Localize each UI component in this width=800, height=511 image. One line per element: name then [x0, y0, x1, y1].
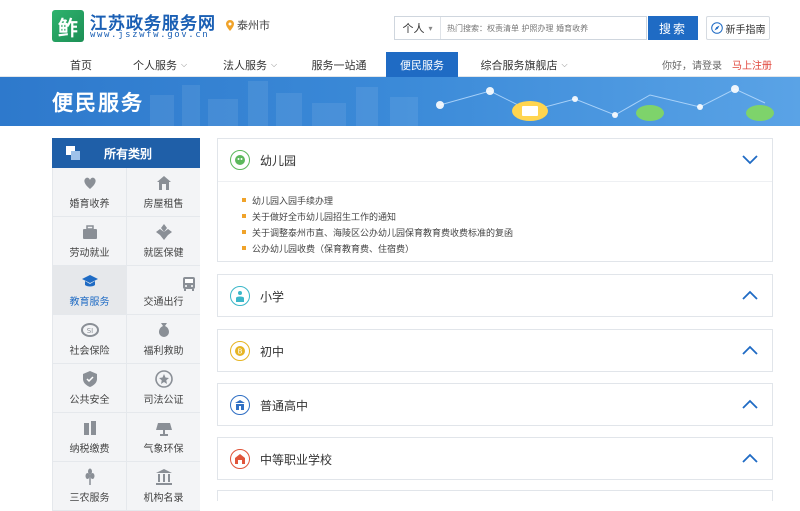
chevron-up-icon[interactable]: [742, 289, 758, 301]
sidebar-item-social-insurance[interactable]: SI 社会保险: [53, 315, 126, 363]
sidebar-item-agriculture[interactable]: 三农服务: [53, 462, 126, 510]
category-sidebar: 所有类别 婚育收养 房屋租售 劳动就业 就医保健 教育服务 交通出行 SI 社会…: [52, 138, 200, 511]
high-school-icon: [230, 395, 250, 415]
service-link[interactable]: 关于做好全市幼儿园招生工作的通知: [242, 208, 772, 224]
accordion-title: 幼儿园: [260, 153, 297, 168]
sidebar-item-education[interactable]: 教育服务: [53, 266, 126, 314]
chevron-down-icon: ▾: [428, 23, 433, 33]
sidebar-item-medical[interactable]: 就医保健: [127, 217, 200, 265]
search-input[interactable]: [441, 17, 646, 39]
student-icon: [230, 286, 250, 306]
svg-text:B: B: [238, 348, 243, 356]
chevron-down-icon: ⌵: [561, 59, 568, 69]
site-url: www.jszwfw.gov.cn: [90, 30, 210, 40]
main-nav: 首页 个人服务 ⌵ 法人服务 ⌵ 服务一站通 便民服务 综合服务旗舰店 ⌵ 你好，请登…: [0, 52, 800, 77]
location-pin-icon: [226, 19, 234, 31]
chevron-up-icon[interactable]: [742, 398, 758, 410]
accordion-junior-high: B 初中: [217, 329, 773, 372]
chevron-up-icon[interactable]: [742, 452, 758, 464]
search-box: 个人 ▾: [394, 16, 647, 40]
house-icon: [156, 176, 171, 190]
shield-icon: [82, 371, 97, 387]
sidebar-item-tax[interactable]: 纳税缴费: [53, 413, 126, 461]
city-selector[interactable]: 泰州市: [226, 17, 270, 33]
nav-home[interactable]: 首页: [52, 52, 110, 77]
junior-high-icon: B: [230, 341, 250, 361]
search-button[interactable]: 搜索: [648, 16, 698, 40]
compass-icon: [710, 22, 723, 34]
bullet-icon: [242, 214, 246, 218]
sidebar-item-institutions[interactable]: 机构名录: [127, 462, 200, 510]
accordion-header-high-school[interactable]: 普通高中: [218, 384, 772, 426]
accordion-vocational-school: 中等职业学校: [217, 437, 773, 480]
sidebar-item-welfare[interactable]: 福利救助: [127, 315, 200, 363]
nav-convenience-services[interactable]: 便民服务: [386, 52, 458, 77]
city-label: 泰州市: [237, 19, 270, 32]
category-icon: [66, 146, 80, 160]
accordion-header-vocational-school[interactable]: 中等职业学校: [218, 438, 772, 480]
badge-star-icon: [154, 370, 173, 388]
accordion-header-kindergarten[interactable]: 幼儿园: [218, 139, 772, 181]
site-logo[interactable]: 鲊: [52, 10, 84, 42]
rings-icon: [83, 177, 96, 189]
user-greeting: 你好，请登录 马上注册: [662, 52, 772, 77]
nav-personal-services[interactable]: 个人服务 ⌵: [118, 52, 202, 77]
accordion-kindergarten: 幼儿园 幼儿园入园手续办理 关于做好全市幼儿园招生工作的通知 关于调整泰州市直、…: [217, 138, 773, 262]
bullet-icon: [242, 230, 246, 234]
institution-icon: [155, 469, 172, 485]
page-banner: 便民服务: [0, 77, 800, 126]
category-grid: 婚育收养 房屋租售 劳动就业 就医保健 教育服务 交通出行 SI 社会保险 福利: [52, 168, 200, 511]
sidebar-header: 所有类别: [52, 138, 200, 168]
bullet-icon: [242, 198, 246, 202]
login-link[interactable]: 你好，请登录: [662, 57, 722, 72]
sidebar-item-weather[interactable]: 气象环保: [127, 413, 200, 461]
sidebar-item-housing[interactable]: 房屋租售: [127, 168, 200, 216]
solar-panel-icon: [155, 423, 172, 436]
page-title: 便民服务: [52, 91, 144, 115]
service-link[interactable]: 关于调整泰州市直、海陵区公办幼儿园保育教育费收费标准的复函: [242, 224, 772, 240]
chevron-down-icon: ⌵: [270, 59, 278, 69]
nav-flagship-store[interactable]: 综合服务旗舰店 ⌵: [472, 52, 576, 77]
sidebar-item-notary[interactable]: 司法公证: [127, 364, 200, 412]
nav-one-stop[interactable]: 服务一站通: [300, 52, 378, 77]
accordion-title: 中等职业学校: [260, 452, 333, 467]
service-link[interactable]: 公办幼儿园收费（保育教育费、住宿费）: [242, 240, 772, 256]
accordion-primary-school: 小学: [217, 274, 773, 317]
site-header: 鲊 江苏政务服务网 www.jszwfw.gov.cn 泰州市 个人 ▾ 搜索 …: [0, 0, 800, 52]
medical-cross-icon: [155, 224, 172, 240]
sidebar-item-marriage[interactable]: 婚育收养: [53, 168, 126, 216]
accordion-body-kindergarten: 幼儿园入园手续办理 关于做好全市幼儿园招生工作的通知 关于调整泰州市直、海陵区公…: [218, 181, 772, 256]
graduation-cap-icon: [81, 275, 98, 287]
svg-text:SI: SI: [86, 327, 93, 335]
accordion-title: 普通高中: [260, 398, 309, 413]
accordion-title: 小学: [260, 289, 285, 304]
chevron-up-icon[interactable]: [742, 344, 758, 356]
bullet-icon: [242, 246, 246, 250]
accordion-header-primary-school[interactable]: 小学: [218, 275, 772, 317]
briefcase-icon: [82, 225, 97, 239]
money-bag-icon: [158, 323, 169, 337]
vocational-school-icon: [230, 449, 250, 469]
guide-button[interactable]: 新手指南: [706, 16, 770, 40]
bus-icon: [183, 277, 195, 291]
chevron-down-icon: ⌵: [180, 59, 188, 69]
social-insurance-icon: SI: [80, 323, 99, 337]
nav-corporate-services[interactable]: 法人服务 ⌵: [208, 52, 292, 77]
kindergarten-icon: [230, 150, 250, 170]
accordion-title: 初中: [260, 344, 285, 359]
accordion-high-school: 普通高中: [217, 383, 773, 426]
search-type-select[interactable]: 个人 ▾: [395, 17, 441, 39]
accordion-next: [217, 490, 773, 501]
sidebar-item-employment[interactable]: 劳动就业: [53, 217, 126, 265]
service-link[interactable]: 幼儿园入园手续办理: [242, 192, 772, 208]
register-link[interactable]: 马上注册: [732, 57, 772, 72]
sidebar-item-public-safety[interactable]: 公共安全: [53, 364, 126, 412]
accordion-header-junior-high[interactable]: B 初中: [218, 330, 772, 372]
wheat-icon: [85, 468, 94, 485]
chevron-down-icon[interactable]: [742, 153, 758, 165]
tax-icon: [83, 421, 96, 435]
